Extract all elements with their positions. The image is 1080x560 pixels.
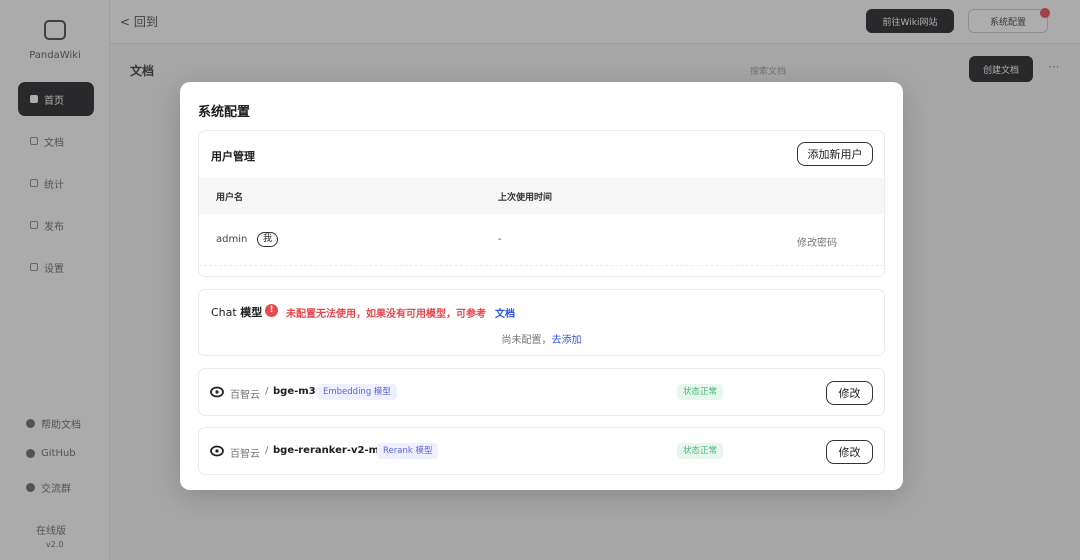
system-config-modal: 系统配置 用户管理 添加新用户 用户名 上次使用时间 admin 我 - 修改密… — [180, 82, 903, 490]
user-management-card: 用户管理 添加新用户 用户名 上次使用时间 admin 我 - 修改密码 — [198, 130, 885, 277]
username-cell: admin — [216, 234, 248, 245]
docs-link[interactable]: 文档 — [495, 305, 515, 320]
add-chat-model-link[interactable]: 去添加 — [552, 335, 582, 346]
model-name: bge-m3 — [273, 386, 316, 397]
provider-name: 百智云 — [230, 449, 260, 460]
baizhi-cloud-icon — [210, 445, 224, 457]
warning-circle-icon: ! — [265, 304, 278, 317]
user-management-title: 用户管理 — [211, 150, 255, 163]
chat-model-title: Chat 模型 — [211, 304, 262, 320]
modal-title: 系统配置 — [198, 105, 251, 120]
chat-model-warning: 未配置无法使用，如果没有可用模型，可参考 — [286, 309, 486, 320]
column-header-last-used: 上次使用时间 — [498, 193, 553, 203]
chat-model-title-main: 模型 — [240, 306, 263, 319]
last-used-cell: - — [498, 234, 502, 245]
provider-name: 百智云 — [230, 390, 260, 401]
not-configured-text: 尚未配置， — [501, 335, 552, 346]
column-header-username: 用户名 — [216, 193, 244, 203]
model-type-tag: Rerank 模型 — [377, 443, 439, 459]
chat-model-card: Chat 模型 ! 未配置无法使用，如果没有可用模型，可参考 文档 尚未配置，去… — [198, 289, 885, 356]
chat-model-title-prefix: Chat — [211, 306, 237, 319]
not-configured-message: 尚未配置，去添加 — [199, 331, 884, 346]
baizhi-cloud-icon — [210, 386, 224, 398]
model-card-rerank: 百智云 / bge-reranker-v2-m3 Rerank 模型 状态正常 … — [198, 427, 885, 475]
model-card-embedding: 百智云 / bge-m3 Embedding 模型 状态正常 修改 — [198, 368, 885, 416]
add-user-button[interactable]: 添加新用户 — [797, 142, 873, 166]
table-row: admin 我 - 修改密码 — [199, 214, 884, 266]
separator: / — [265, 445, 269, 456]
separator: / — [265, 386, 269, 397]
model-type-tag: Embedding 模型 — [317, 384, 397, 400]
change-password-link[interactable]: 修改密码 — [797, 234, 837, 249]
model-name: bge-reranker-v2-m3 — [273, 445, 387, 456]
user-table-header: 用户名 上次使用时间 — [199, 178, 884, 214]
current-user-badge: 我 — [257, 232, 279, 247]
status-badge: 状态正常 — [677, 384, 724, 400]
status-badge: 状态正常 — [677, 443, 724, 459]
edit-model-button[interactable]: 修改 — [826, 381, 873, 405]
edit-model-button[interactable]: 修改 — [826, 440, 873, 464]
